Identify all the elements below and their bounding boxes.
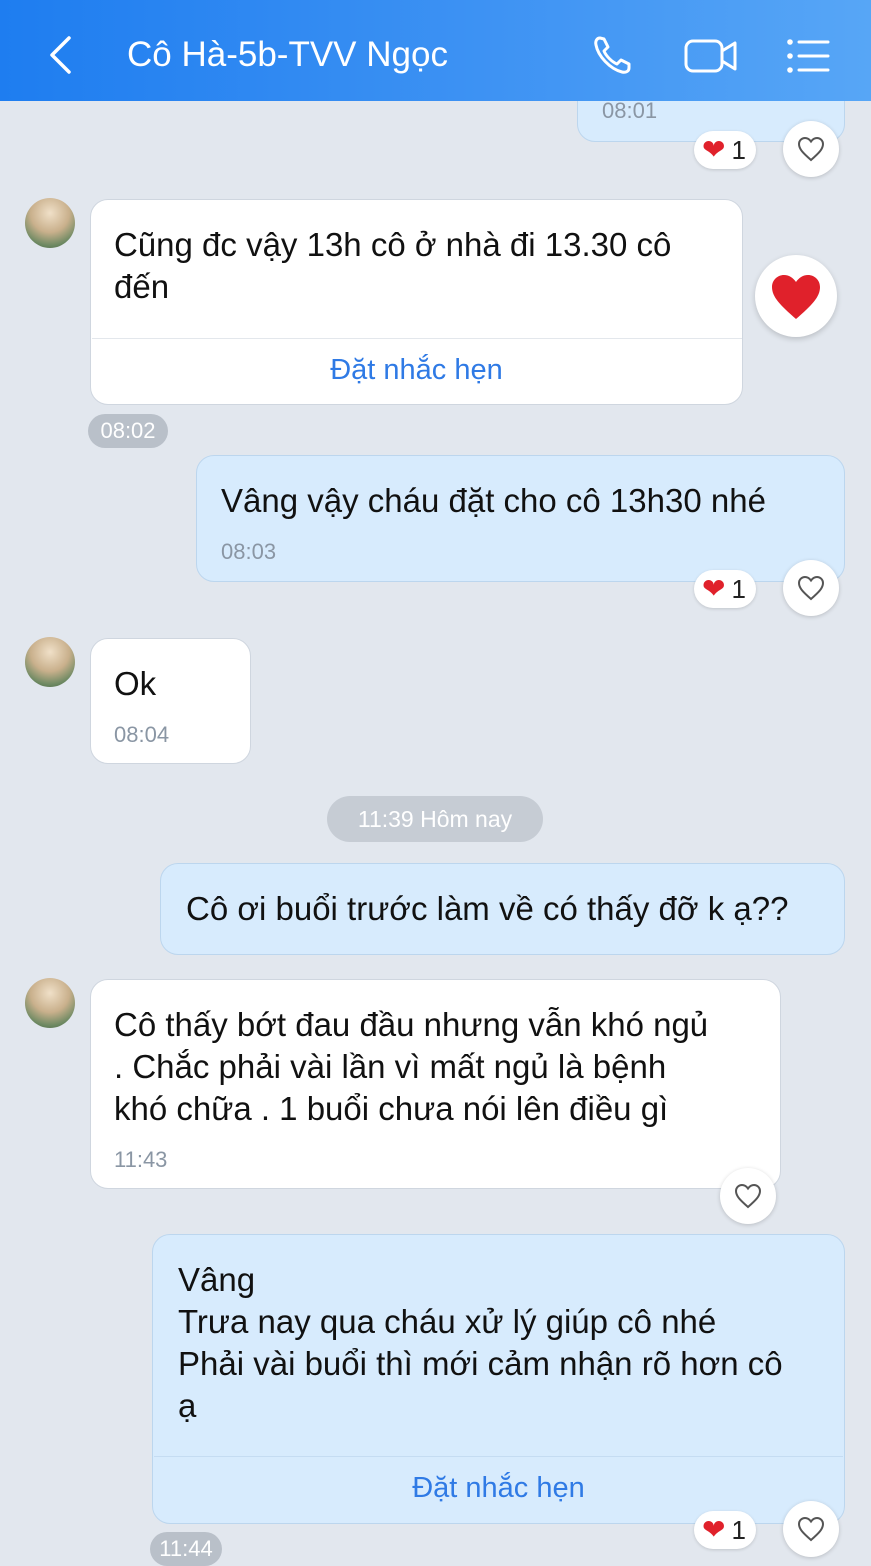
like-button[interactable]	[783, 1501, 839, 1557]
message-text: . Chắc phải vài lần vì mất ngủ là bệnh	[114, 1048, 667, 1085]
reaction-count: 1	[731, 574, 746, 604]
date-divider: 11:39 Hôm nay	[327, 796, 543, 842]
like-button[interactable]	[720, 1168, 776, 1224]
divider	[92, 338, 742, 339]
reaction-count: 1	[731, 1515, 746, 1545]
avatar[interactable]	[25, 198, 75, 248]
avatar[interactable]	[25, 637, 75, 687]
menu-button[interactable]	[784, 32, 832, 80]
message-time: 08:01	[602, 98, 658, 123]
set-reminder-button[interactable]: Đặt nhắc hẹn	[90, 354, 743, 387]
heart-outline-icon	[797, 1516, 825, 1542]
message-text: Cô thấy bớt đau đầu nhưng vẫn khó ngủ	[114, 1006, 709, 1043]
like-button[interactable]	[783, 121, 839, 177]
chat-header: Cô Hà-5b-TVV Ngọc	[0, 0, 871, 101]
reaction-count-badge[interactable]: ❤ 1	[694, 131, 756, 169]
heart-outline-icon	[734, 1183, 762, 1209]
message-text: Trưa nay qua cháu xử lý giúp cô nhé	[178, 1303, 717, 1340]
heart-outline-icon	[797, 136, 825, 162]
phone-icon	[594, 36, 631, 74]
video-camera-icon	[684, 39, 737, 73]
like-button[interactable]	[783, 560, 839, 616]
reaction-count: 1	[731, 135, 746, 165]
set-reminder-button[interactable]: Đặt nhắc hẹn	[152, 1472, 845, 1505]
reaction-button[interactable]	[755, 255, 837, 337]
message-text: khó chữa . 1 buổi chưa nói lên điều gì	[114, 1090, 669, 1127]
message-text: Vâng vậy cháu đặt cho cô 13h30 nhé	[221, 482, 766, 519]
message-text: ạ	[178, 1387, 197, 1424]
heart-filled-icon: ❤	[702, 1514, 726, 1545]
message-time: 08:04	[114, 722, 170, 747]
message-text: Ok	[114, 665, 157, 702]
message-text: Cũng đc vậy 13h cô ở nhà đi 13.30 cô	[114, 226, 672, 263]
video-call-button[interactable]	[683, 32, 739, 80]
list-menu-icon	[787, 39, 830, 73]
heart-filled-icon	[772, 275, 820, 319]
avatar[interactable]	[25, 978, 75, 1028]
message-time-badge: 08:02	[88, 414, 168, 448]
message-text: đến	[114, 268, 170, 305]
message-text: Vâng	[178, 1261, 256, 1298]
call-button[interactable]	[588, 32, 636, 80]
reaction-count-badge[interactable]: ❤ 1	[694, 1511, 756, 1549]
chevron-left-icon	[50, 36, 71, 74]
divider	[154, 1456, 843, 1457]
heart-filled-icon: ❤	[702, 573, 726, 604]
heart-outline-icon	[797, 575, 825, 601]
chat-title[interactable]: Cô Hà-5b-TVV Ngọc	[127, 32, 448, 78]
message-time: 11:43	[114, 1147, 168, 1172]
message-text: Phải vài buổi thì mới cảm nhận rõ hơn cô	[178, 1345, 783, 1382]
message-time-badge: 11:44	[150, 1532, 222, 1566]
message-time: 08:03	[221, 539, 277, 564]
message-text: Cô ơi buổi trước làm về có thấy đỡ k ạ??	[186, 890, 789, 927]
heart-filled-icon: ❤	[702, 134, 726, 165]
reaction-count-badge[interactable]: ❤ 1	[694, 570, 756, 608]
back-button[interactable]	[42, 32, 82, 78]
